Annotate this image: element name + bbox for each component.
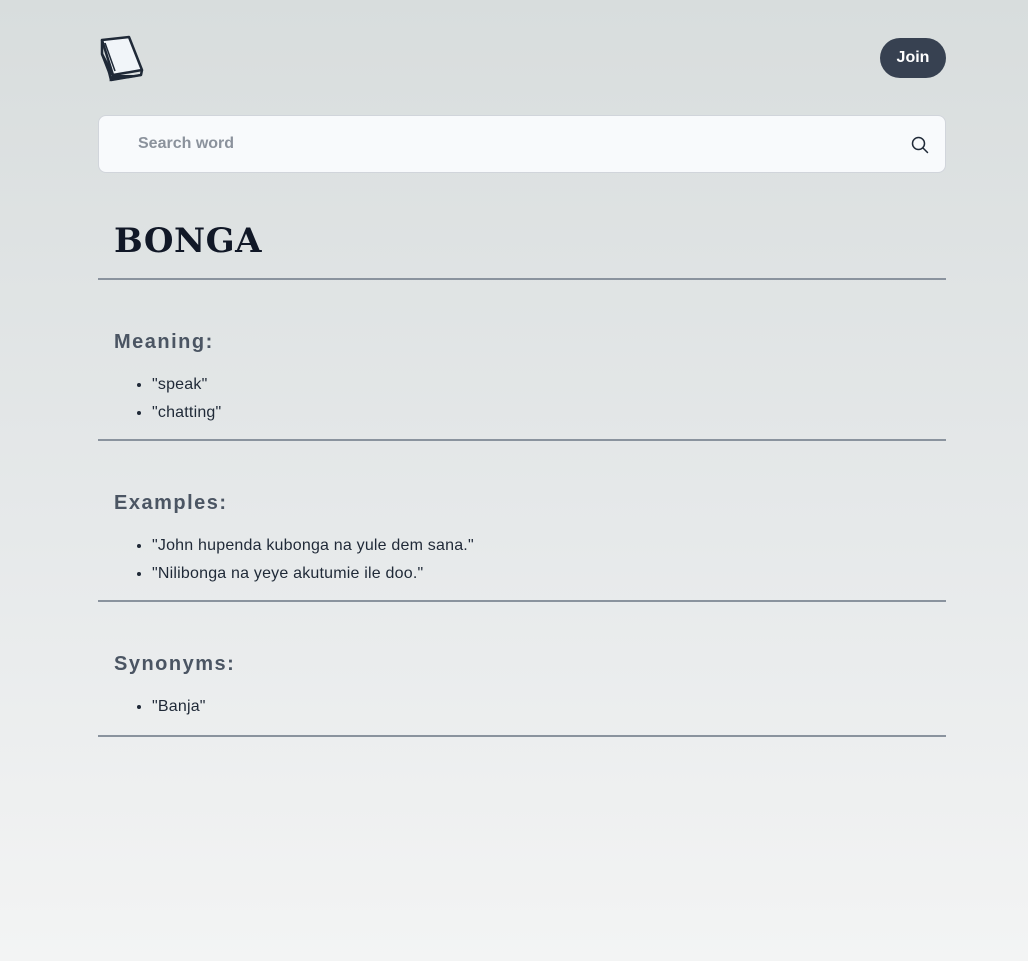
search-box (98, 115, 946, 173)
divider (98, 735, 946, 737)
list-item: "speak" (152, 371, 946, 399)
synonyms-list: "Banja" (98, 693, 946, 735)
meaning-section: Meaning: "speak" "chatting" (98, 280, 946, 439)
meaning-heading: Meaning: (114, 331, 214, 353)
page-container: Join BONGA Meaning: "speak" "chatting" E… (98, 0, 946, 737)
header: Join (98, 0, 946, 115)
search-input[interactable] (99, 116, 945, 172)
synonyms-heading: Synonyms: (114, 653, 236, 675)
examples-list: "John hupenda kubonga na yule dem sana."… (98, 532, 946, 600)
word-title: BONGA (114, 221, 262, 261)
list-item: "John hupenda kubonga na yule dem sana." (152, 532, 946, 560)
synonyms-section: Synonyms: "Banja" (98, 602, 946, 735)
examples-section: Examples: "John hupenda kubonga na yule … (98, 441, 946, 600)
book-icon[interactable] (99, 34, 147, 82)
examples-heading: Examples: (114, 492, 228, 514)
list-item: "Banja" (152, 693, 946, 721)
join-button[interactable]: Join (880, 38, 946, 78)
list-item: "chatting" (152, 399, 946, 427)
list-item: "Nilibonga na yeye akutumie ile doo." (152, 560, 946, 588)
meaning-list: "speak" "chatting" (98, 371, 946, 439)
search-icon[interactable] (911, 136, 929, 154)
